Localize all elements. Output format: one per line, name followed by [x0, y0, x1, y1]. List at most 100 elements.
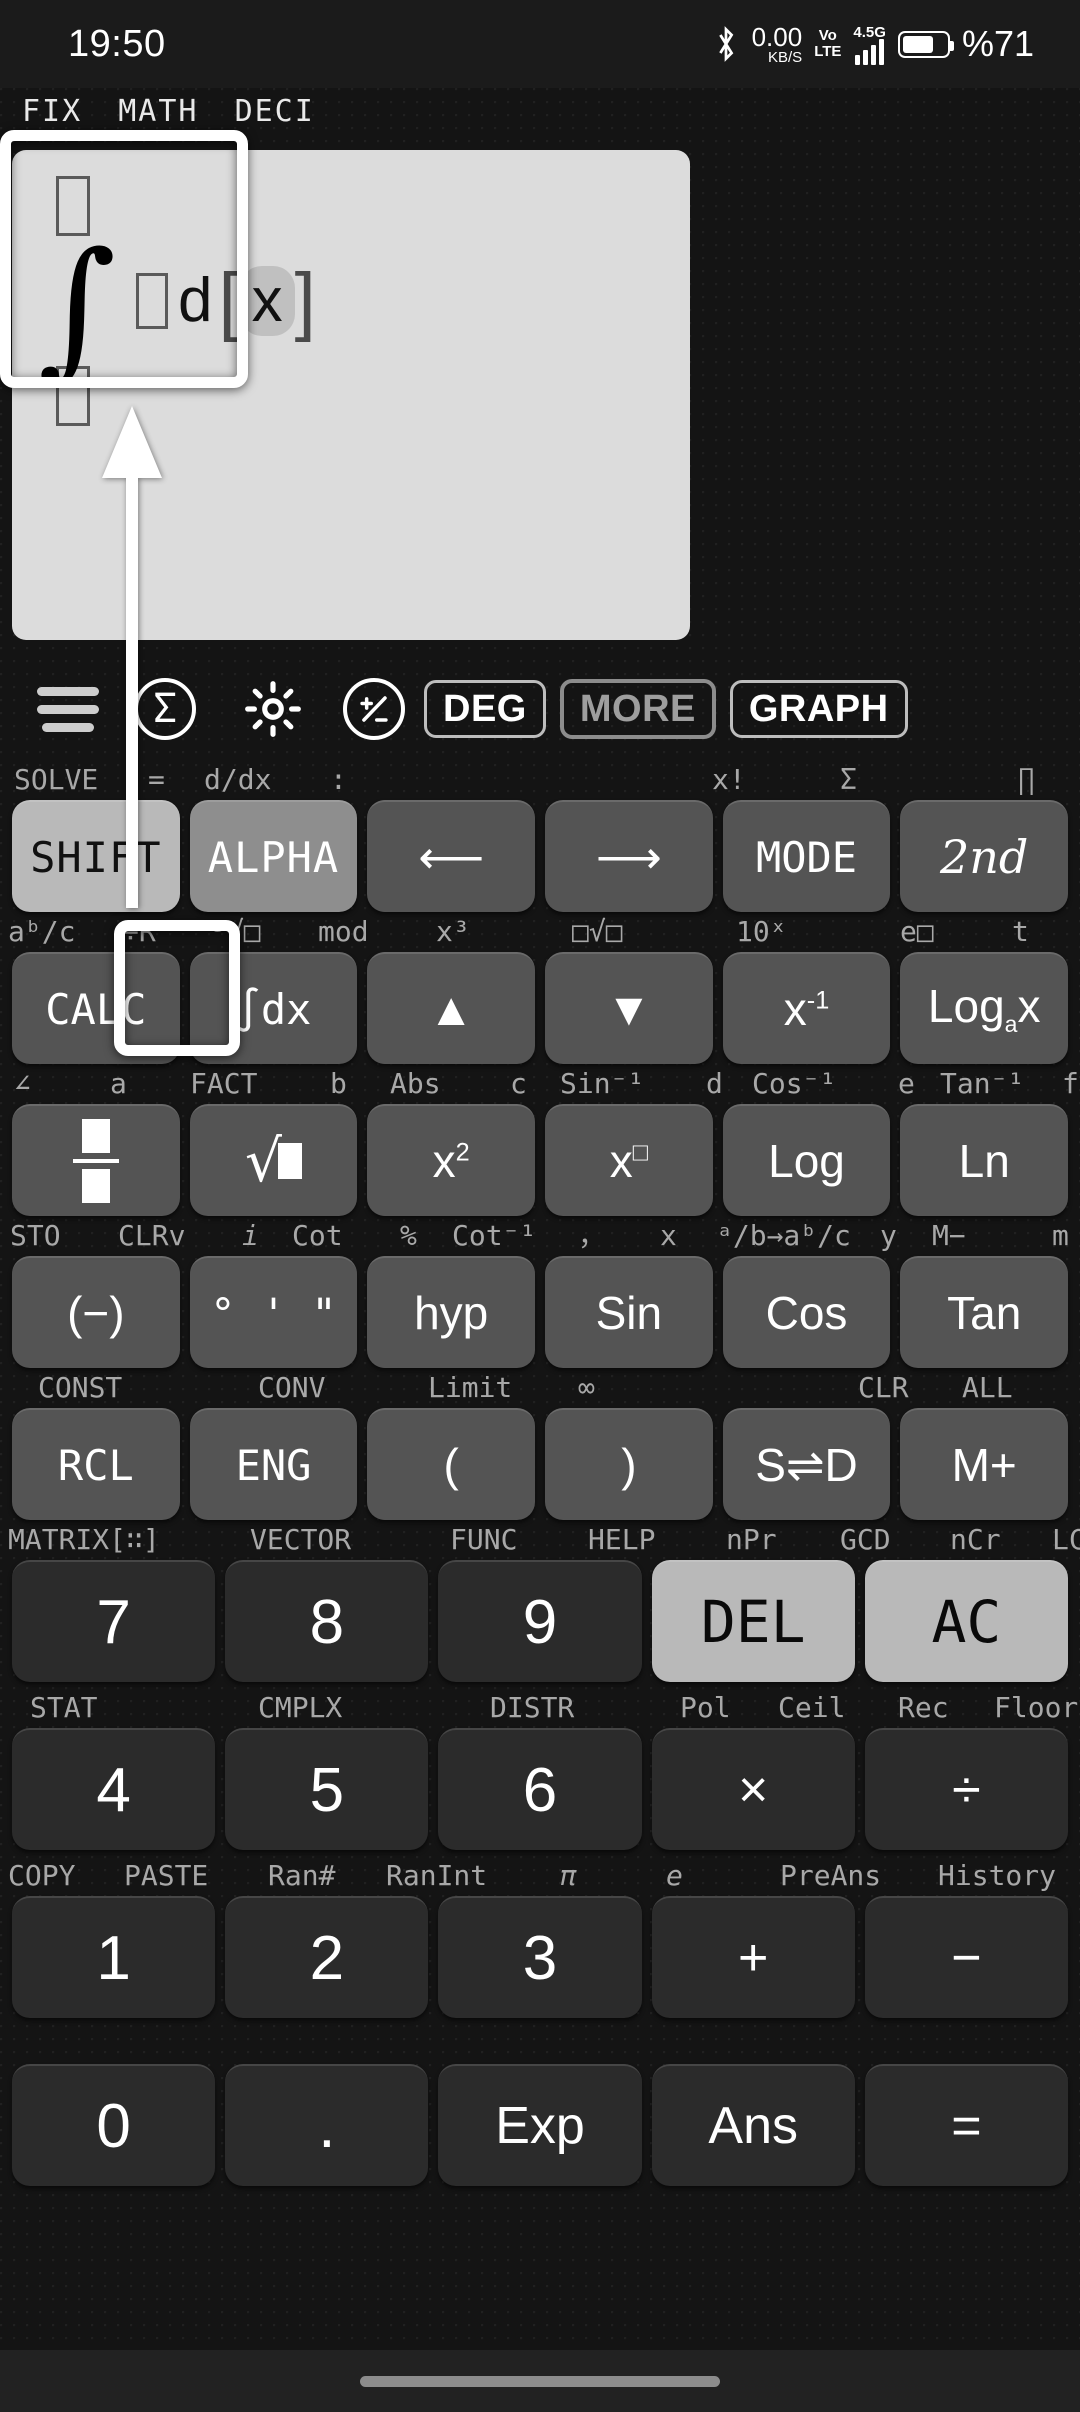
cos-key[interactable]: Cos — [722, 1256, 891, 1368]
digit-7-key[interactable]: 7 — [12, 1560, 216, 1682]
up-arrow-key[interactable]: ▲ — [367, 952, 536, 1064]
add-key[interactable]: + — [651, 1896, 855, 2018]
key-sublabel: f — [1062, 1067, 1079, 1100]
log-key[interactable]: Log — [722, 1104, 891, 1216]
digit-4-key[interactable]: 4 — [12, 1728, 216, 1850]
key-sublabel: = — [148, 763, 165, 796]
inverse-key[interactable]: x-1 — [722, 952, 891, 1064]
alpha-key[interactable]: ALPHA — [189, 800, 358, 912]
angle-mode-button[interactable]: DEG — [424, 680, 546, 738]
keypad: SOLVE = d/dx: x! Σ ∏ SHIFT ALPHA ⟵ ⟶ MODE 2nd aᵇ/c ÷R… — [0, 760, 1080, 2192]
network-speed: 0.00 KB/S — [752, 24, 803, 65]
graph-button[interactable]: GRAPH — [729, 680, 908, 738]
all-clear-key[interactable]: AC — [864, 1560, 1069, 1682]
mode-key[interactable]: MODE — [722, 800, 891, 912]
key-sublabel: FACT — [190, 1067, 258, 1100]
key-sublabel: ÷R — [122, 915, 156, 948]
subtract-key[interactable]: − — [864, 1896, 1069, 2018]
plus-minus-icon[interactable] — [326, 678, 422, 740]
multiply-key[interactable]: × — [651, 1728, 855, 1850]
calculator-app: FIX MATH DECI ∫ d [ x ] Σ DEG MORE GRAPH… — [0, 88, 1080, 2412]
status-icons: 0.00 KB/S Vo LTE 4.5G %71 — [712, 23, 1034, 65]
tan-key[interactable]: Tan — [900, 1256, 1069, 1368]
variable-bracket-group[interactable]: [ x ] — [218, 257, 315, 343]
key-sublabel: Limit — [428, 1371, 513, 1404]
integral-group: ∫ — [38, 176, 142, 426]
fraction-key[interactable] — [12, 1104, 180, 1216]
key-sublabel-row: SOLVE = d/dx: x! Σ ∏ — [0, 760, 1080, 800]
second-function-key[interactable]: 2nd — [900, 800, 1069, 912]
sigma-icon[interactable]: Σ — [110, 678, 220, 740]
digit-0-key[interactable]: 0 — [12, 2064, 216, 2186]
key-sublabel-row: STO CLRv i Cot% Cot⁻¹ ， x ᵃ/b→aᵇ/c y M− m — [0, 1216, 1080, 1256]
decimal-point-key[interactable]: . — [225, 2064, 429, 2186]
key-sublabel-row — [0, 2024, 1080, 2064]
integral-sign: ∫ — [38, 221, 117, 395]
key-sublabel: e□ — [900, 915, 934, 948]
square-root-key[interactable]: √ — [189, 1104, 358, 1216]
square-key[interactable]: x2 — [367, 1104, 536, 1216]
key-sublabel: HELP — [588, 1523, 656, 1556]
standard-decimal-toggle-key[interactable]: S⇌D — [722, 1408, 891, 1520]
keypad-row: aᵇ/c ÷R ³√□ mod x³ □√□ 10ˣ e□ t CALC ∫dx ▲ ▼ x-1 Logax — [0, 912, 1080, 1064]
exponent-key[interactable]: Exp — [438, 2064, 642, 2186]
digit-3-key[interactable]: 3 — [438, 1896, 642, 2018]
integral-dx-key[interactable]: ∫dx — [189, 952, 358, 1064]
gear-icon[interactable] — [220, 678, 326, 740]
engineering-key[interactable]: ENG — [189, 1408, 358, 1520]
home-gesture-pill[interactable] — [360, 2375, 720, 2387]
degrees-minutes-seconds-key[interactable]: ° ' " — [189, 1256, 358, 1368]
key-sublabel: Ran# — [268, 1859, 336, 1892]
key-sublabel: i — [242, 1219, 259, 1252]
key-sublabel: nCr — [950, 1523, 1001, 1556]
hyperbolic-key[interactable]: hyp — [367, 1256, 536, 1368]
key-sublabel: 10ˣ — [736, 915, 787, 948]
equals-key[interactable]: = — [864, 2064, 1069, 2186]
shift-key[interactable]: SHIFT — [12, 800, 180, 912]
answer-key[interactable]: Ans — [651, 2064, 855, 2186]
left-arrow-key[interactable]: ⟵ — [367, 800, 536, 912]
digit-9-key[interactable]: 9 — [438, 1560, 642, 1682]
key-sublabel-row: ∠ a FACT b Abs c Sin⁻¹ d Cos⁻¹ e Tan⁻¹ f — [0, 1064, 1080, 1104]
sin-key[interactable]: Sin — [545, 1256, 713, 1368]
negative-key[interactable]: (−) — [12, 1256, 180, 1368]
key-row: 1 2 3 + − — [0, 1896, 1080, 2018]
key-sublabel: Tan⁻¹ — [940, 1067, 1025, 1100]
memory-plus-key[interactable]: M+ — [900, 1408, 1069, 1520]
more-button[interactable]: MORE — [559, 679, 716, 739]
digit-1-key[interactable]: 1 — [12, 1896, 216, 2018]
delete-key[interactable]: DEL — [651, 1560, 855, 1682]
network-speed-value: 0.00 — [751, 21, 803, 52]
key-sublabel: DISTR — [490, 1691, 575, 1724]
open-paren-key[interactable]: ( — [367, 1408, 536, 1520]
digit-2-key[interactable]: 2 — [225, 1896, 429, 2018]
log-base-a-key[interactable]: Logax — [900, 952, 1069, 1064]
expression-area[interactable]: ∫ d [ x ] — [38, 176, 316, 426]
ln-key[interactable]: Ln — [900, 1104, 1069, 1216]
down-arrow-key[interactable]: ▼ — [545, 952, 713, 1064]
power-key[interactable]: x□ — [545, 1104, 713, 1216]
square-root-glyph: √ — [245, 1127, 302, 1195]
key-sublabel-row: aᵇ/c ÷R ³√□ mod x³ □√□ 10ˣ e□ t — [0, 912, 1080, 952]
integration-variable[interactable]: x — [239, 266, 295, 336]
digit-8-key[interactable]: 8 — [225, 1560, 429, 1682]
key-sublabel: Cot⁻¹ — [452, 1219, 537, 1252]
close-paren-key[interactable]: ) — [545, 1408, 713, 1520]
calculator-display[interactable]: ∫ d [ x ] — [12, 150, 690, 640]
key-sublabel: m — [1052, 1219, 1069, 1252]
keypad-row: 0. Exp Ans = — [0, 2024, 1080, 2186]
digit-6-key[interactable]: 6 — [438, 1728, 642, 1850]
recall-key[interactable]: RCL — [12, 1408, 180, 1520]
key-sublabel: t — [1012, 915, 1029, 948]
key-sublabel: MATRIX[∷] — [8, 1523, 160, 1556]
divide-key[interactable]: ÷ — [864, 1728, 1069, 1850]
key-sublabel: e — [898, 1067, 915, 1100]
key-sublabel: % — [400, 1219, 417, 1252]
key-sublabel: Cot — [292, 1219, 343, 1252]
bracket-open: [ — [218, 257, 240, 343]
hamburger-menu-icon[interactable] — [26, 686, 110, 732]
digit-5-key[interactable]: 5 — [225, 1728, 429, 1850]
calc-key[interactable]: CALC — [12, 952, 180, 1064]
right-arrow-key[interactable]: ⟶ — [545, 800, 713, 912]
key-sublabel: CLRv — [118, 1219, 186, 1252]
